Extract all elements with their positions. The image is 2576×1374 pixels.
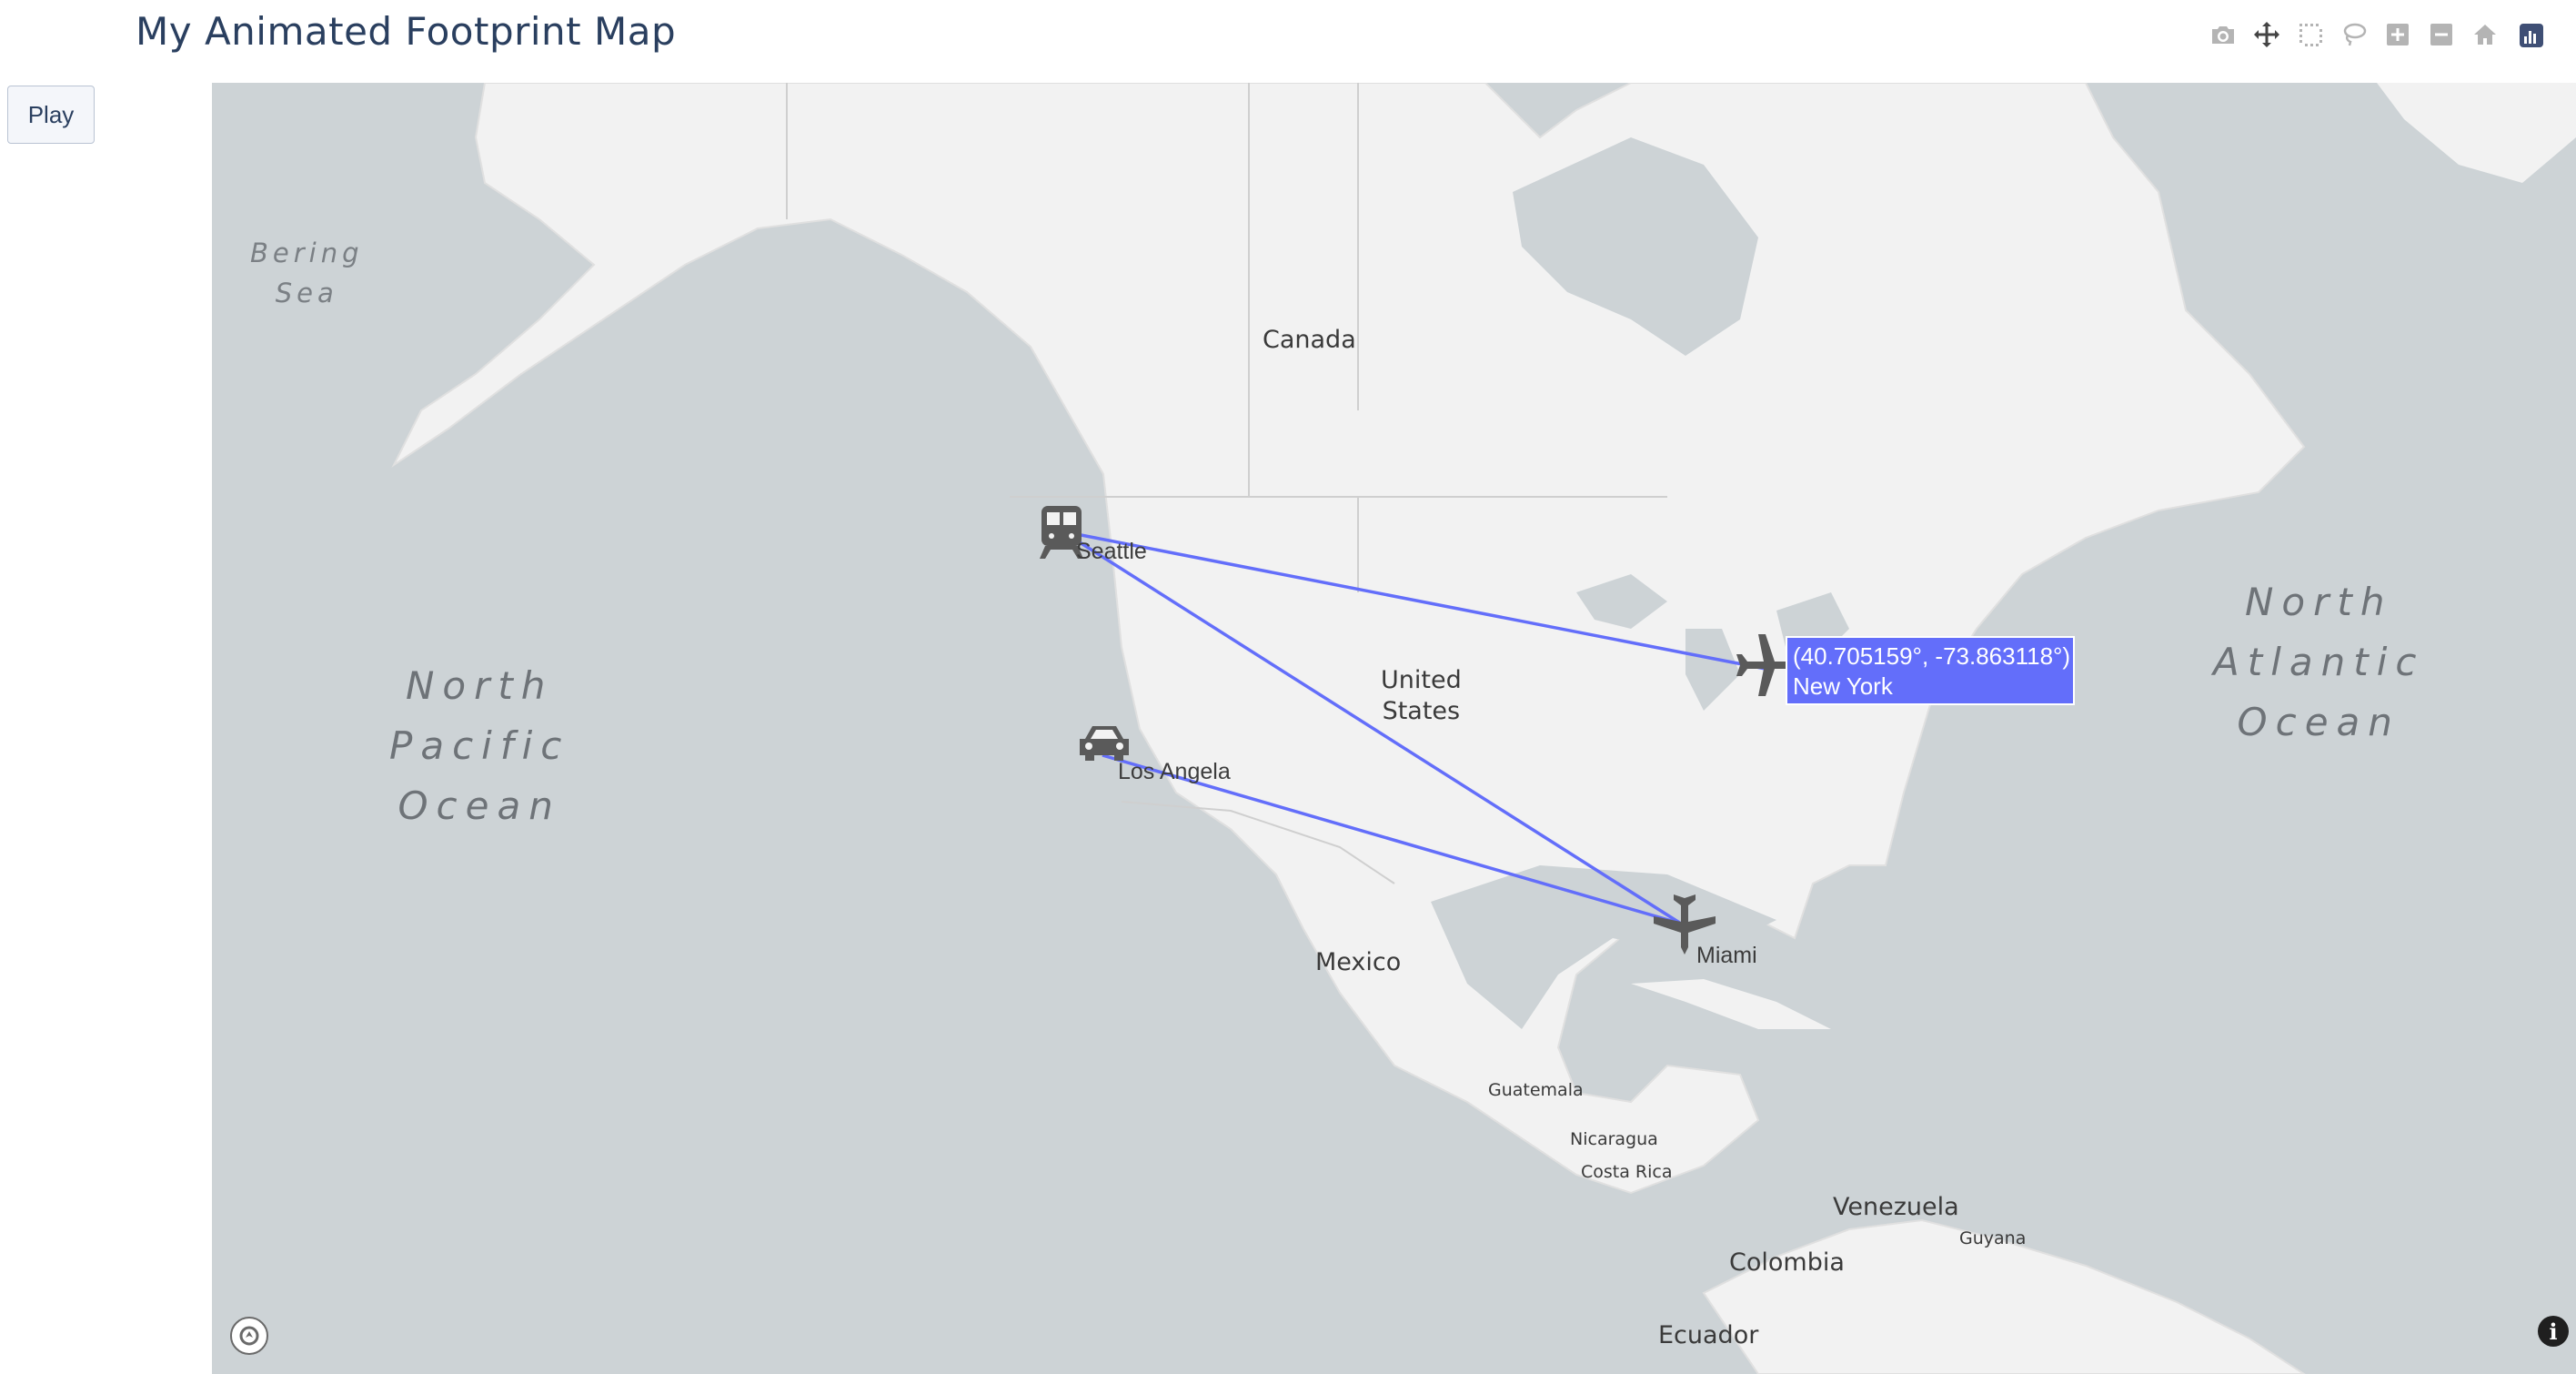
mapbox-logo-icon[interactable] bbox=[230, 1317, 268, 1355]
ocean-label-north-atlantic: North Atlantic Ocean bbox=[2213, 580, 2425, 744]
tooltip-city: New York bbox=[1793, 672, 1893, 700]
ocean-label-north-pacific: North Pacific Ocean bbox=[389, 663, 570, 828]
country-label-mexico: Mexico bbox=[1315, 948, 1402, 976]
lasso-select-icon[interactable] bbox=[2332, 16, 2376, 53]
play-button[interactable]: Play bbox=[7, 86, 95, 144]
country-label-costa-rica: Costa Rica bbox=[1581, 1162, 1673, 1182]
sea-label-bering: Bering Sea bbox=[250, 237, 364, 308]
zoom-out-icon[interactable] bbox=[2420, 16, 2463, 53]
country-label-nicaragua: Nicaragua bbox=[1570, 1129, 1658, 1149]
country-label-colombia: Colombia bbox=[1729, 1248, 1845, 1277]
country-label-ecuador: Ecuador bbox=[1658, 1321, 1759, 1349]
city-label-los-angela[interactable]: Los Angela bbox=[1118, 759, 1231, 785]
home-icon[interactable] bbox=[2463, 16, 2507, 53]
box-select-icon[interactable] bbox=[2289, 16, 2332, 53]
zoom-in-icon[interactable] bbox=[2376, 16, 2420, 53]
modebar bbox=[2201, 16, 2551, 53]
country-label-venezuela: Venezuela bbox=[1833, 1193, 1959, 1221]
page-title: My Animated Footprint Map bbox=[136, 9, 677, 54]
city-label-miami[interactable]: Miami bbox=[1696, 943, 1757, 969]
attribution-info-icon[interactable]: i bbox=[2538, 1316, 2569, 1347]
country-label-guyana: Guyana bbox=[1959, 1228, 2027, 1248]
hover-tooltip: (40.705159°, -73.863118°) New York bbox=[1786, 636, 2075, 705]
plotly-logo-icon[interactable] bbox=[2507, 16, 2551, 53]
city-label-seattle[interactable]: Seattle bbox=[1076, 539, 1147, 565]
country-label-guatemala: Guatemala bbox=[1488, 1080, 1584, 1100]
country-label-united-states: United States bbox=[1381, 666, 1462, 725]
map-view[interactable]: North Pacific Ocean North Atlantic Ocean… bbox=[212, 83, 2576, 1374]
camera-icon[interactable] bbox=[2201, 16, 2245, 53]
tooltip-coords: (40.705159°, -73.863118°) bbox=[1793, 642, 2071, 670]
pan-icon[interactable] bbox=[2245, 16, 2289, 53]
country-label-canada: Canada bbox=[1263, 326, 1356, 354]
